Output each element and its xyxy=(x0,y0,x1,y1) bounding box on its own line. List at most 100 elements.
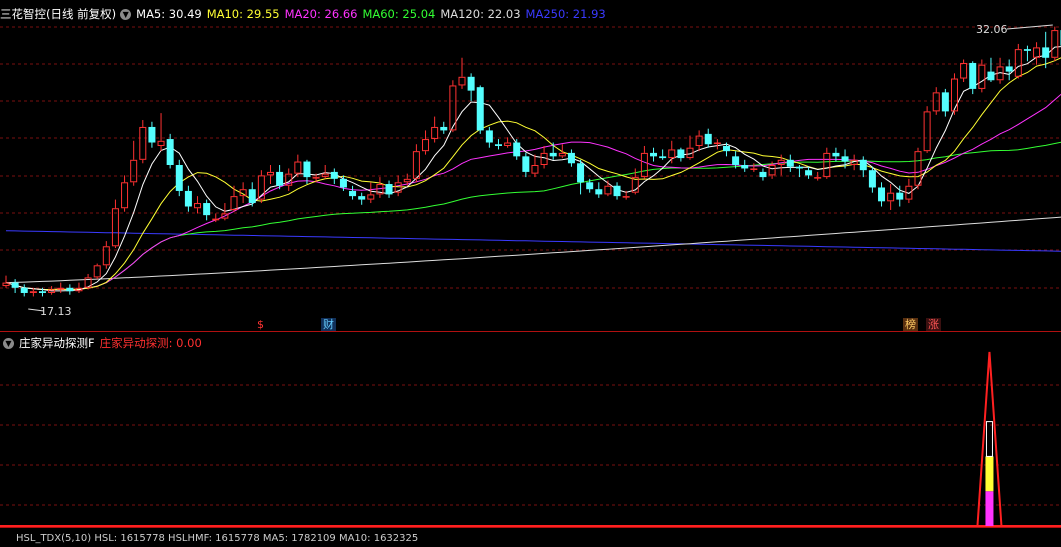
candle-up xyxy=(194,203,202,209)
candle-down xyxy=(987,71,995,81)
candle-up xyxy=(431,126,439,140)
candle-down xyxy=(485,130,493,143)
candle-down xyxy=(184,190,192,207)
candle-up xyxy=(950,78,958,112)
volume-header: HSL_TDX(5,10) HSL: 1615778 HSLHMF: 16157… xyxy=(0,529,423,547)
candle-down xyxy=(941,92,949,112)
ma250-line xyxy=(5,230,1061,252)
candle-up xyxy=(367,194,375,200)
candle-up xyxy=(768,165,776,176)
candle-down xyxy=(567,152,575,164)
indicator-bar-segment xyxy=(985,456,994,492)
candle-down xyxy=(339,178,347,188)
candle-down xyxy=(38,291,46,293)
candle-up xyxy=(504,142,512,146)
candle-down xyxy=(203,203,211,216)
indicator-bar-segment xyxy=(985,421,993,457)
main-chart-header: 三花智控(日线 前复权) ▼ MA5: 30.49 MA10: 29.55 MA… xyxy=(0,5,611,23)
indicator-header: ▼ 庄家异动探测F 庄家异动探测: 0.00 xyxy=(0,334,207,352)
candle-up xyxy=(321,173,329,178)
candle-down xyxy=(276,171,284,186)
chevron-down-icon[interactable]: ▼ xyxy=(120,8,132,20)
candle-up xyxy=(93,265,101,278)
candle-up xyxy=(294,161,302,174)
indicator-title[interactable]: 庄家异动探测F xyxy=(19,335,95,351)
candle-up xyxy=(157,140,165,146)
candle-up xyxy=(57,287,65,290)
candle-down xyxy=(586,182,594,190)
volume-header-text: HSL_TDX(5,10) HSL: 1615778 HSLHMF: 16157… xyxy=(16,532,419,544)
candle-up xyxy=(1033,47,1041,58)
candle-up xyxy=(750,168,758,170)
candle-down xyxy=(494,144,502,146)
candle-down xyxy=(577,163,585,183)
candle-up xyxy=(540,152,548,166)
candle-down xyxy=(650,152,658,157)
candle-down xyxy=(476,87,484,131)
candle-down xyxy=(868,170,876,188)
candle-down xyxy=(303,161,311,178)
candle-up xyxy=(622,196,630,198)
kline-chart[interactable] xyxy=(0,0,1061,538)
finance-marker[interactable]: 财 xyxy=(321,318,336,331)
candle-down xyxy=(732,156,740,165)
candle-down xyxy=(20,287,28,293)
ma5-label: MA5: 30.49 xyxy=(136,7,202,21)
candle-down xyxy=(522,156,530,172)
candle-down xyxy=(11,282,19,288)
indicator-bar-segment xyxy=(985,491,994,526)
candle-down xyxy=(148,126,156,143)
candle-down xyxy=(832,152,840,157)
stock-title[interactable]: 三花智控(日线 前复权) xyxy=(0,6,116,22)
candle-up xyxy=(130,159,138,183)
candle-down xyxy=(175,165,183,191)
ma10-label: MA10: 29.55 xyxy=(206,7,280,21)
candle-down xyxy=(513,142,521,157)
candle-down xyxy=(385,184,393,195)
ma20-label: MA20: 26.66 xyxy=(284,7,358,21)
candle-down xyxy=(659,156,667,159)
candle-down xyxy=(878,187,886,202)
candle-up xyxy=(531,165,539,174)
candle-up xyxy=(1014,49,1022,77)
candle-up xyxy=(111,208,119,247)
candle-down xyxy=(1042,47,1050,58)
ma60-label: MA60: 25.04 xyxy=(362,7,436,21)
candle-down xyxy=(613,185,621,197)
candle-up xyxy=(713,142,721,145)
indicator-value: 庄家异动探测: 0.00 xyxy=(99,336,202,350)
candle-up xyxy=(923,111,931,152)
candle-down xyxy=(896,192,904,200)
candle-up xyxy=(266,171,274,176)
candle-up xyxy=(978,64,986,89)
low-price-label: 17.13 xyxy=(40,305,72,318)
candle-down xyxy=(330,171,338,179)
candle-down xyxy=(440,126,448,131)
candle-up xyxy=(102,246,110,266)
candle-down xyxy=(66,287,74,292)
candle-up xyxy=(29,291,37,293)
candle-up xyxy=(121,182,129,209)
chevron-down-icon[interactable]: ▼ xyxy=(3,337,14,349)
candle-up xyxy=(312,177,320,179)
candle-up xyxy=(422,139,430,152)
candle-down xyxy=(795,166,803,169)
candle-up xyxy=(230,196,238,210)
dividend-marker[interactable]: $ xyxy=(255,318,266,331)
leaderboard-marker[interactable]: 榜 xyxy=(903,318,918,331)
candle-up xyxy=(640,152,648,178)
candle-up xyxy=(2,282,10,287)
candle-up xyxy=(604,185,612,195)
candle-down xyxy=(248,189,256,204)
ma20-line xyxy=(5,93,1061,291)
candle-up xyxy=(932,92,940,112)
candle-up xyxy=(814,177,822,179)
limit-up-marker[interactable]: 涨 xyxy=(926,318,941,331)
high-price-label: 32.06 xyxy=(976,23,1008,36)
candle-down xyxy=(759,171,767,178)
candle-down xyxy=(358,196,366,200)
candle-down xyxy=(677,149,685,159)
candle-up xyxy=(558,152,566,157)
candle-down xyxy=(549,152,557,157)
candle-up xyxy=(458,76,466,86)
